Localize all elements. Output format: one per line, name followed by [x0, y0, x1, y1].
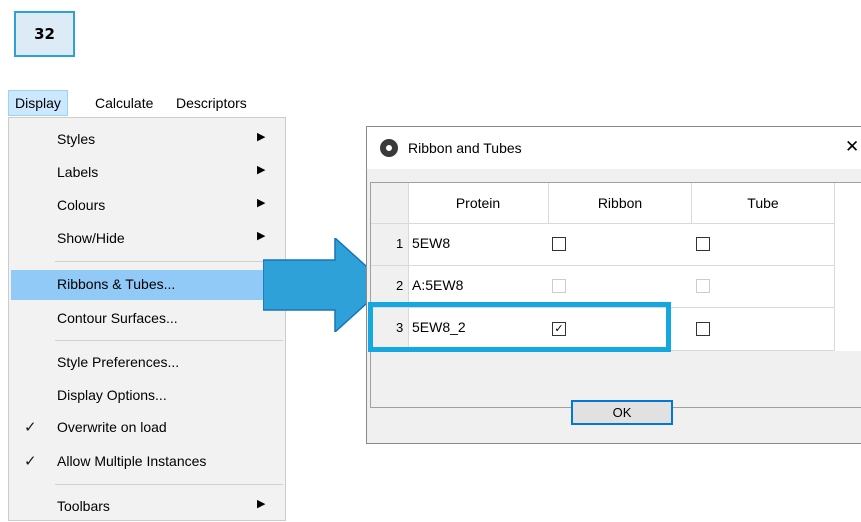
menu-item-label: Style Preferences... [57, 354, 180, 370]
protein-name: A:5EW8 [412, 277, 464, 293]
step-number: 32 [34, 25, 55, 43]
tube-checkbox[interactable] [696, 322, 710, 336]
column-header-protein[interactable]: Protein [408, 183, 549, 223]
menu-item-label: Overwrite on load [57, 419, 167, 435]
menu-item-label: Styles [57, 131, 96, 147]
submenu-arrow-icon: ▶ [257, 197, 266, 209]
display-menu: Styles ▶ Labels ▶ Colours ▶ Show/Hide ▶ … [8, 117, 286, 521]
menu-item-show-hide[interactable]: Show/Hide ▶ [11, 224, 283, 254]
row-number: 2 [396, 278, 404, 293]
menu-item-label: Toolbars [57, 498, 110, 514]
menu-separator [55, 340, 283, 341]
submenu-arrow-icon: ▶ [257, 131, 266, 143]
molecule-icon [380, 139, 398, 157]
dialog-titlebar[interactable]: Ribbon and Tubes ✕ [367, 127, 861, 169]
menu-item-labels[interactable]: Labels ▶ [11, 158, 283, 188]
column-header-tube[interactable]: Tube [692, 183, 835, 223]
row-number: 1 [396, 236, 404, 251]
dialog-title: Ribbon and Tubes [408, 140, 522, 156]
protein-grid: Protein Ribbon Tube 1 5EW8 2 A:5EW8 3 5E… [370, 182, 861, 408]
menu-item-label: Display Options... [57, 387, 167, 403]
menu-item-ribbons-tubes[interactable]: Ribbons & Tubes... [11, 270, 283, 300]
table-row[interactable]: 1 5EW8 [371, 223, 835, 265]
menu-item-display-options[interactable]: Display Options... [11, 381, 283, 411]
table-row[interactable]: 2 A:5EW8 [371, 265, 835, 307]
menu-item-label: Colours [57, 197, 106, 213]
ribbon-checkbox[interactable] [552, 237, 566, 251]
column-header-ribbon[interactable]: Ribbon [549, 183, 692, 223]
step-badge: 32 [14, 11, 75, 57]
highlight-box [368, 302, 671, 352]
ribbon-checkbox [552, 279, 566, 293]
menu-item-label: Ribbons & Tubes... [57, 276, 176, 292]
menu-separator [55, 261, 283, 262]
menu-separator [55, 484, 283, 485]
protein-name: 5EW8 [412, 235, 451, 251]
menu-item-overwrite-on-load[interactable]: ✓ Overwrite on load [11, 413, 283, 443]
menubar: Display Calculate Descriptors [8, 90, 298, 118]
close-icon[interactable]: ✕ [845, 137, 859, 157]
menu-item-contour-surfaces[interactable]: Contour Surfaces... [11, 304, 283, 334]
tube-checkbox[interactable] [696, 237, 710, 251]
menu-item-allow-multiple-instances[interactable]: ✓ Allow Multiple Instances [11, 447, 283, 477]
menu-item-label: Labels [57, 164, 99, 180]
ribbon-tubes-dialog: Ribbon and Tubes ✕ Protein Ribbon Tube 1… [366, 126, 861, 444]
tube-checkbox [696, 279, 710, 293]
menu-item-label: Show/Hide [57, 230, 125, 246]
menu-calculate[interactable]: Calculate [89, 90, 159, 116]
grid-line [834, 183, 835, 351]
submenu-arrow-icon: ▶ [257, 498, 266, 510]
menu-display[interactable]: Display [8, 90, 68, 116]
ok-button[interactable]: OK [571, 400, 673, 425]
grid-empty-area [408, 351, 861, 407]
menu-descriptors[interactable]: Descriptors [170, 90, 253, 116]
check-icon: ✓ [24, 453, 37, 470]
menu-item-style-preferences[interactable]: Style Preferences... [11, 348, 283, 378]
menu-item-styles[interactable]: Styles ▶ [11, 125, 283, 155]
menu-item-label: Allow Multiple Instances [57, 453, 207, 469]
menu-item-toolbars[interactable]: Toolbars ▶ [11, 492, 283, 522]
menu-item-colours[interactable]: Colours ▶ [11, 191, 283, 221]
submenu-arrow-icon: ▶ [257, 164, 266, 176]
menu-item-label: Contour Surfaces... [57, 310, 178, 326]
check-icon: ✓ [24, 419, 37, 436]
